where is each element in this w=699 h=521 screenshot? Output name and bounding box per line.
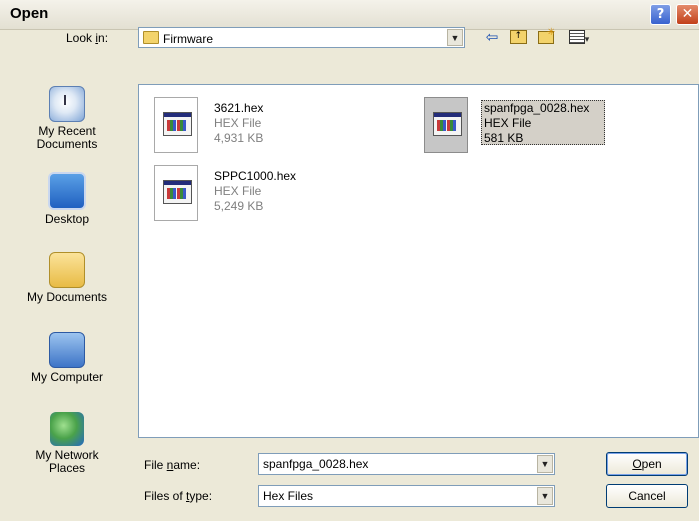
chevron-down-icon[interactable]: ▼ <box>537 455 553 473</box>
place-label: My Computer <box>30 370 104 384</box>
folder-icon <box>143 31 159 44</box>
desktop-icon <box>48 172 86 210</box>
recent-documents-icon <box>49 86 85 122</box>
file-type-select[interactable]: Hex Files ▼ <box>258 485 555 507</box>
new-folder-icon[interactable]: ✳ <box>535 27 557 47</box>
file-type: HEX File <box>214 184 262 198</box>
cancel-button[interactable]: Cancel <box>606 484 688 508</box>
help-button[interactable]: ? <box>650 4 671 25</box>
dialog-title: Open <box>10 5 49 22</box>
file-type-label: Files of type: <box>144 489 213 503</box>
place-label: My Network Places <box>35 448 99 475</box>
file-type: HEX File <box>484 116 532 130</box>
file-size: 581 KB <box>484 131 524 145</box>
file-item[interactable]: 3621.hex HEX File 4,931 KB <box>154 97 354 157</box>
chevron-down-icon[interactable]: ▼ <box>537 487 553 505</box>
places-bar: My Recent Documents Desktop My Documents… <box>4 84 130 494</box>
title-bar[interactable]: Open ? ✕ <box>0 0 699 30</box>
close-button[interactable]: ✕ <box>676 4 699 25</box>
open-dialog: Open ? ✕ Look in: Firmware ▼ ⇦ ↑ ✳ ▾ My … <box>0 0 699 521</box>
place-label: Desktop <box>44 212 90 226</box>
place-desktop[interactable]: Desktop <box>4 172 130 226</box>
place-network-places[interactable]: My Network Places <box>4 412 130 475</box>
hex-file-icon <box>424 97 468 153</box>
file-item[interactable]: SPPC1000.hex HEX File 5,249 KB <box>154 165 354 225</box>
file-name: SPPC1000.hex <box>214 169 297 183</box>
close-icon: ✕ <box>681 6 694 22</box>
look-in-label: Look in: <box>66 31 109 45</box>
my-computer-icon <box>49 332 85 368</box>
file-size: 4,931 KB <box>214 131 264 145</box>
look-in-value: Firmware <box>163 32 213 46</box>
look-in-dropdown[interactable]: Firmware ▼ <box>138 27 465 48</box>
place-label: My Recent Documents <box>36 124 98 151</box>
back-arrow-icon[interactable]: ⇦ <box>481 27 503 47</box>
file-name-label: File name: <box>144 458 201 472</box>
file-type: HEX File <box>214 116 262 130</box>
hex-file-icon <box>154 97 198 153</box>
help-icon: ? <box>656 7 665 22</box>
hex-file-icon <box>154 165 198 221</box>
network-places-icon <box>50 412 84 446</box>
file-name: spanfpga_0028.hex <box>484 101 590 115</box>
file-name-value: spanfpga_0028.hex <box>263 457 369 471</box>
place-label: My Documents <box>26 290 108 304</box>
place-my-documents[interactable]: My Documents <box>4 252 130 304</box>
views-menu-icon[interactable]: ▾ <box>563 27 595 47</box>
file-list[interactable]: 3621.hex HEX File 4,931 KB spanfpga_0028… <box>138 84 699 438</box>
file-type-value: Hex Files <box>263 489 314 503</box>
open-button[interactable]: Open <box>606 452 688 476</box>
chevron-down-icon[interactable]: ▼ <box>447 29 463 46</box>
file-name-input[interactable]: spanfpga_0028.hex ▼ <box>258 453 555 475</box>
my-documents-icon <box>49 252 85 288</box>
file-name: 3621.hex <box>214 101 264 115</box>
place-recent-documents[interactable]: My Recent Documents <box>4 86 130 151</box>
file-item-selected[interactable]: spanfpga_0028.hex HEX File 581 KB <box>424 97 624 157</box>
up-folder-icon[interactable]: ↑ <box>507 27 529 47</box>
file-size: 5,249 KB <box>214 199 264 213</box>
place-my-computer[interactable]: My Computer <box>4 332 130 384</box>
